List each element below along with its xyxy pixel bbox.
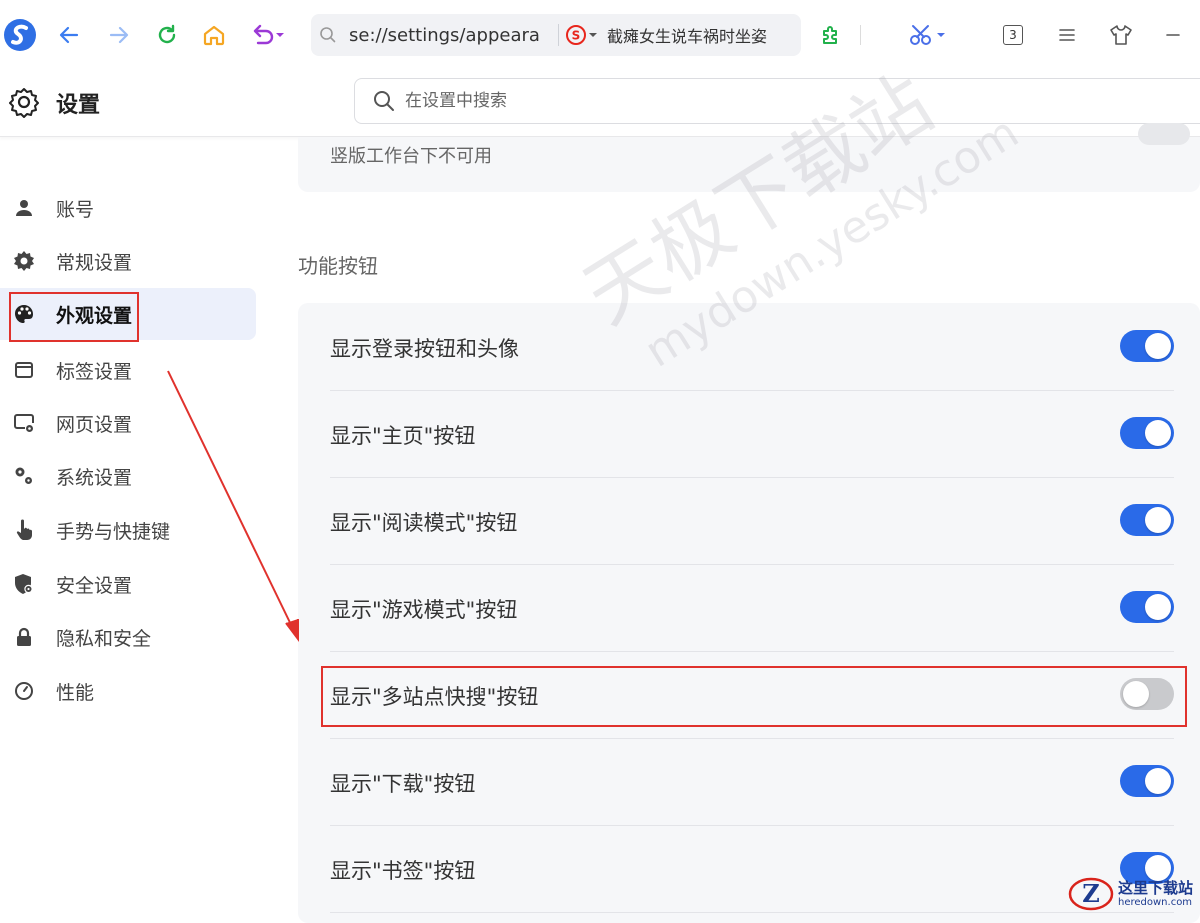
sidebar-item-general[interactable]: 常规设置	[0, 235, 256, 287]
toggle-switch[interactable]	[1120, 417, 1174, 449]
tab-count: 3	[1003, 25, 1023, 45]
setting-row-download-button: 显示"下载"按钮	[330, 738, 1174, 826]
setting-label: 显示"书签"按钮	[330, 859, 476, 883]
sidebar-item-label: 账号	[56, 198, 95, 221]
sidebar-item-label: 网页设置	[56, 413, 133, 436]
shield-gear-icon	[13, 573, 35, 595]
reload-icon[interactable]	[150, 14, 184, 56]
browser-logo-icon[interactable]	[2, 14, 38, 56]
toggle-switch[interactable]	[1120, 330, 1174, 362]
sidebar-item-account[interactable]: 账号	[0, 182, 256, 234]
setting-row-game-mode: 显示"游戏模式"按钮	[330, 564, 1174, 652]
sidebar-item-label: 手势与快捷键	[56, 520, 171, 543]
setting-label: 显示"阅读模式"按钮	[330, 511, 518, 535]
address-url[interactable]: se://settings/appeara	[349, 25, 544, 46]
forward-arrow-icon[interactable]	[102, 14, 136, 56]
user-icon	[13, 197, 35, 219]
address-bar[interactable]: se://settings/appeara S 截瘫女生说车祸时坐姿	[311, 14, 801, 56]
webpage-gear-icon	[13, 412, 35, 434]
toggle-knob	[1145, 768, 1171, 794]
setting-label: 显示"下载"按钮	[330, 772, 476, 796]
sidebar-item-label: 常规设置	[56, 251, 133, 274]
settings-main: 竖版工作台下不可用 功能按钮 显示登录按钮和头像 显示"主页"按钮 显示"阅读模…	[298, 123, 1200, 923]
home-icon[interactable]	[197, 14, 231, 56]
search-icon	[373, 90, 395, 112]
browser-toolbar: se://settings/appeara S 截瘫女生说车祸时坐姿 3	[0, 0, 1200, 70]
tab-count-button[interactable]: 3	[998, 14, 1028, 56]
sidebar-item-label: 安全设置	[56, 574, 133, 597]
function-buttons-card: 显示登录按钮和头像 显示"主页"按钮 显示"阅读模式"按钮 显示"游戏模式"按钮…	[298, 303, 1200, 923]
sidebar-item-performance[interactable]: 性能	[0, 665, 256, 717]
toggle-knob	[1145, 594, 1171, 620]
svg-text:S: S	[572, 29, 581, 43]
toggle-switch[interactable]	[1138, 123, 1190, 145]
lock-icon	[13, 626, 35, 648]
setting-label: 显示登录按钮和头像	[330, 337, 519, 361]
back-arrow-icon[interactable]	[52, 14, 86, 56]
system-gears-icon	[13, 465, 35, 487]
brand-name: 这里下载站	[1118, 878, 1194, 897]
sidebar-item-label: 系统设置	[56, 466, 133, 489]
minimize-icon[interactable]	[1158, 14, 1188, 56]
screenshot-scissors-icon[interactable]	[905, 14, 953, 56]
settings-search-box[interactable]	[354, 78, 1200, 124]
sidebar-item-label: 隐私和安全	[56, 627, 152, 650]
settings-gear-icon	[8, 86, 40, 122]
tab-window-icon	[13, 359, 35, 381]
hand-pointer-icon	[13, 519, 35, 541]
section-title: 功能按钮	[298, 254, 378, 278]
setting-note: 竖版工作台下不可用	[330, 146, 492, 167]
sidebar-item-label: 性能	[56, 681, 95, 704]
skin-shirt-icon[interactable]	[1105, 14, 1137, 56]
previous-section-card: 竖版工作台下不可用	[298, 123, 1200, 192]
setting-row-reading-mode: 显示"阅读模式"按钮	[330, 477, 1174, 565]
toggle-knob	[1145, 420, 1171, 446]
setting-row-home-button: 显示"主页"按钮	[330, 390, 1174, 478]
toggle-switch[interactable]	[1120, 591, 1174, 623]
settings-search-input[interactable]	[403, 90, 807, 112]
extension-puzzle-icon[interactable]	[815, 14, 847, 56]
annotation-highlight-multi-site-search	[321, 666, 1187, 727]
page-title: 设置	[56, 93, 101, 118]
brand-url: heredown.com	[1118, 896, 1193, 908]
address-divider	[558, 24, 559, 46]
annotation-arrow	[167, 370, 299, 642]
toolbar-divider	[860, 25, 861, 45]
svg-text:Z: Z	[1082, 879, 1100, 908]
toggle-knob	[1145, 507, 1171, 533]
brand-logo: Z 这里下载站 heredown.com	[1068, 874, 1200, 914]
menu-icon[interactable]	[1052, 14, 1082, 56]
annotation-highlight-appearance	[9, 292, 139, 342]
toggle-knob	[1145, 333, 1171, 359]
setting-label: 显示"游戏模式"按钮	[330, 598, 518, 622]
gear-icon	[13, 250, 35, 272]
search-engine-selector[interactable]: S	[565, 24, 599, 46]
setting-row-bookmark-button: 显示"书签"按钮	[330, 825, 1174, 913]
toggle-switch[interactable]	[1120, 504, 1174, 536]
brand-z-icon: Z	[1068, 877, 1114, 911]
setting-label: 显示"主页"按钮	[330, 424, 476, 448]
sidebar-item-label: 标签设置	[56, 360, 133, 383]
undo-close-tab-icon[interactable]	[248, 14, 288, 56]
settings-header: 设置	[0, 70, 1200, 137]
gauge-icon	[13, 680, 35, 702]
toggle-switch[interactable]	[1120, 765, 1174, 797]
search-icon	[319, 26, 339, 44]
setting-row-login-avatar: 显示登录按钮和头像	[330, 303, 1174, 391]
search-query-text[interactable]: 截瘫女生说车祸时坐姿	[607, 23, 785, 47]
